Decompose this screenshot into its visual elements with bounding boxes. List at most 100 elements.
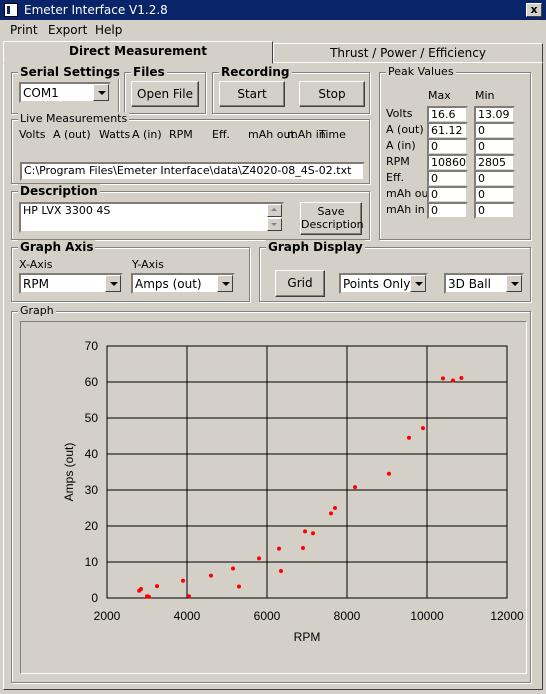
window-title: Emeter Interface V1.2.8 [24,3,168,17]
data-point [237,584,241,589]
recording-group: Recording Start Stop [212,65,370,114]
peak-row-label: Volts [386,107,413,120]
serial-settings-group: Serial Settings COM1 [11,65,122,114]
peak-max-field: 0 [427,170,468,187]
x-tick-label: 4000 [174,609,201,623]
live-col-watts: Watts [99,128,131,141]
data-point [407,435,411,440]
data-point [421,426,425,431]
marker-style-select[interactable]: 3D Ball [444,273,524,294]
live-col-rpm: RPM [169,128,193,141]
tab-direct-measurement[interactable]: Direct Measurement [3,41,273,64]
open-file-button[interactable]: Open File [131,81,199,107]
title-bar: Emeter Interface V1.2.8 x [0,0,546,20]
x-axis-select[interactable]: RPM [19,273,123,294]
peak-values-group: Peak Values Max Min Volts 16.6 13.09 A (out… [379,65,531,240]
com-port-select[interactable]: COM1 [19,82,111,103]
y-axis-select[interactable]: Amps (out) [131,273,235,294]
peak-min-field: 2805 [474,154,515,171]
menu-print[interactable]: Print [10,23,38,37]
data-point [387,471,391,476]
live-col-a-in: A (in) [132,128,162,141]
data-point [441,376,445,381]
peak-row-label: A (in) [386,139,416,152]
x-axis-title: RPM [294,630,321,644]
description-group: Description HP LVX 3300 4S Save Descript… [11,184,370,240]
data-point [301,545,305,550]
chevron-down-icon [271,223,277,226]
live-col-time: Time [319,128,346,141]
x-tick-label: 10000 [410,609,444,623]
peak-row-label: A (out) [386,123,424,136]
graph-axis-title: Graph Axis [18,240,96,254]
peak-min-field: 0 [474,202,515,219]
display-mode-select[interactable]: Points Only [339,273,428,294]
menu-export[interactable]: Export [48,23,87,37]
save-description-label-2: Description [301,218,364,231]
peak-min-field: 0 [474,170,515,187]
x-tick-label: 8000 [334,609,361,623]
peak-row-label: Eff. [386,171,405,184]
save-description-label-1: Save [317,205,345,218]
description-text: HP LVX 3300 4S [23,204,111,217]
scatter-chart: 2000 4000 6000 8000 10000 12000 0 10 20 30 40 50 60 7… [62,339,524,644]
peak-min-field: 13.09 [474,106,515,123]
y-tick-label: 30 [85,483,99,497]
y-tick-label: 70 [85,339,99,353]
data-point [181,578,185,583]
chart-panel: 2000 4000 6000 8000 10000 12000 0 10 20 30 40 50 60 7… [20,321,527,674]
graph-display-group: Graph Display Grid Points Only 3D Ball [259,240,531,302]
peak-max-header: Max [428,89,451,102]
live-measurements-group: Live Measurements Volts A (out) Watts A … [11,112,370,184]
description-title: Description [18,184,100,198]
chevron-down-icon[interactable] [506,275,522,292]
display-mode-value: Points Only [343,277,411,291]
peak-max-field: 0 [427,186,468,203]
peak-min-header: Min [475,89,495,102]
chevron-down-icon[interactable] [217,275,233,292]
chevron-up-icon [271,208,277,211]
scroll-up-button[interactable] [267,204,282,217]
y-tick-label: 10 [85,555,99,569]
data-point [333,506,337,510]
graph-display-title: Graph Display [266,240,365,254]
save-description-button[interactable]: Save Description [300,202,364,235]
description-textarea[interactable]: HP LVX 3300 4S [19,202,284,233]
menu-help[interactable]: Help [95,23,122,37]
scroll-down-button[interactable] [267,218,282,231]
com-port-value: COM1 [23,86,59,100]
data-file-path: C:\Program Files\Emeter Interface\data\Z… [20,162,365,181]
x-axis-label: X-Axis [19,258,53,271]
y-tick-label: 50 [85,411,99,425]
peak-min-field: 0 [474,138,515,155]
peak-min-field: 0 [474,122,515,139]
peak-min-field: 0 [474,186,515,203]
data-point [257,556,261,561]
data-point [231,566,235,571]
start-button[interactable]: Start [219,81,285,107]
peak-row-label: mAh in [386,203,425,216]
grid-button[interactable]: Grid [275,270,325,297]
live-col-a-out: A (out) [53,128,91,141]
menu-bar: Print Export Help [0,20,546,40]
peak-max-field: 0 [427,138,468,155]
x-tick-label: 2000 [94,609,121,623]
chevron-down-icon[interactable] [410,275,426,292]
files-group: Files Open File [124,65,206,114]
graph-title: Graph [18,304,56,317]
data-point [459,375,464,380]
stop-button[interactable]: Stop [299,81,365,107]
chevron-down-icon[interactable] [105,275,121,292]
chevron-down-icon[interactable] [93,84,109,101]
data-point [329,511,333,516]
live-col-eff: Eff. [212,128,231,141]
data-point [311,531,315,536]
y-axis-value: Amps (out) [135,277,202,291]
tab-thrust-power-efficiency[interactable]: Thrust / Power / Efficiency [273,43,543,63]
y-axis-title: Amps (out) [62,443,76,502]
x-axis-value: RPM [23,277,49,291]
close-button[interactable]: x [526,3,542,17]
data-point [303,529,307,534]
live-measurements-title: Live Measurements [18,112,130,125]
peak-max-field: 16.6 [427,106,468,123]
